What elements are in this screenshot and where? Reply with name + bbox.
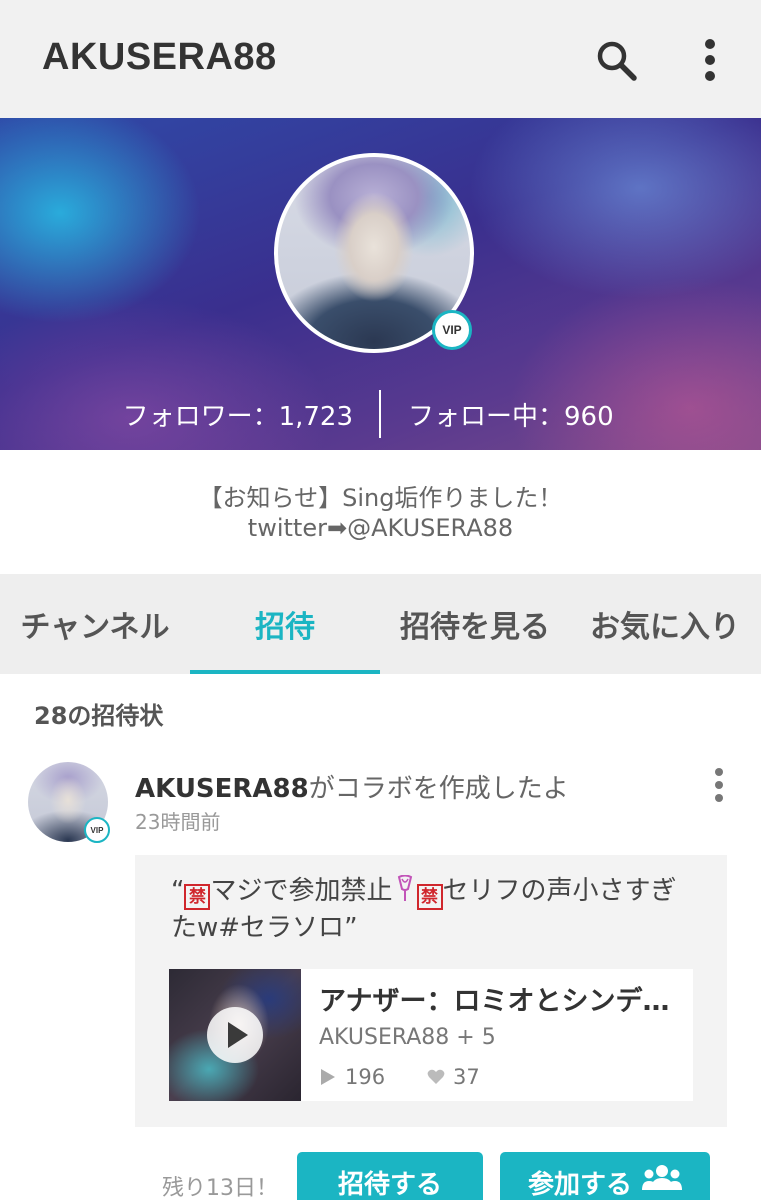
followers-count[interactable]: フォロワー：1,723 xyxy=(123,396,353,433)
remaining-days: 残り13日！ xyxy=(162,1176,278,1200)
prohibited-icon-2: 禁 xyxy=(416,884,443,910)
message-part-1: マジで参加禁止 xyxy=(210,876,393,906)
play-icon[interactable] xyxy=(207,1007,263,1063)
profile-header: VIP フォロワー：1,723 フォロー中：960 xyxy=(0,118,761,450)
post-action: がコラボを作成したよ xyxy=(308,774,569,804)
vip-badge: VIP xyxy=(432,310,472,350)
search-icon[interactable] xyxy=(592,36,642,86)
prohibited-icon: 禁 xyxy=(184,884,211,910)
tab-view-invites[interactable]: 招待を見る xyxy=(380,574,570,674)
following-count[interactable]: フォロー中：960 xyxy=(408,396,614,433)
post-username[interactable]: AKUSERA88 xyxy=(135,774,309,804)
invite-button-label: 招待する xyxy=(337,1170,442,1200)
stats-divider xyxy=(379,390,381,438)
people-icon xyxy=(642,1165,682,1190)
follow-stats: フォロワー：1,723 フォロー中：960 xyxy=(0,388,761,442)
microphone-icon xyxy=(397,875,412,901)
tab-bar: チャンネル 招待 招待を見る お気に入り xyxy=(0,574,761,674)
invite-message: “禁マジで参加禁止禁セリフの声小さすぎたw#セラソロ” xyxy=(171,873,691,946)
play-count-icon xyxy=(321,1069,335,1085)
invite-card[interactable]: “禁マジで参加禁止禁セリフの声小さすぎたw#セラソロ” アナザー：ロミオとシンデ… xyxy=(135,855,727,1127)
tab-invite[interactable]: 招待 xyxy=(190,574,380,674)
post-more-icon[interactable] xyxy=(706,766,732,806)
song-thumbnail[interactable] xyxy=(169,969,301,1101)
like-count: 37 xyxy=(427,1065,480,1089)
bio-line-1: 【お知らせ】Sing垢作りました！ xyxy=(198,484,563,512)
page-title: AKUSERA88 xyxy=(42,36,277,78)
song-item[interactable]: アナザー：ロミオとシンデ… AKUSERA88 + 5 196 37 xyxy=(169,969,693,1101)
join-button[interactable]: 参加する xyxy=(500,1152,710,1200)
quote-close: ” xyxy=(344,913,358,943)
play-count-value: 196 xyxy=(345,1065,386,1089)
vip-badge-small: VIP xyxy=(84,817,110,843)
post-timestamp: 23時間前 xyxy=(135,810,221,834)
join-button-label: 参加する xyxy=(527,1170,632,1200)
song-title: アナザー：ロミオとシンデ… xyxy=(319,986,670,1017)
bio-line-2[interactable]: twitter➡@AKUSERA88 xyxy=(0,514,761,542)
profile-bio: 【お知らせ】Sing垢作りました！ twitter➡@AKUSERA88 xyxy=(0,450,761,574)
quote-open: “ xyxy=(171,876,185,906)
active-tab-indicator xyxy=(190,670,380,674)
tab-channel[interactable]: チャンネル xyxy=(0,574,190,674)
app-bar: AKUSERA88 xyxy=(0,0,761,118)
song-artist: AKUSERA88 + 5 xyxy=(319,1025,496,1050)
tab-favorites[interactable]: お気に入り xyxy=(570,574,760,674)
post-header: AKUSERA88がコラボを作成したよ xyxy=(135,768,569,805)
play-count: 196 xyxy=(321,1065,385,1089)
invite-button[interactable]: 招待する xyxy=(297,1152,483,1200)
like-count-value: 37 xyxy=(453,1065,480,1089)
more-vert-icon[interactable] xyxy=(690,36,730,86)
section-title: 28の招待状 xyxy=(34,702,164,730)
heart-icon xyxy=(427,1069,445,1084)
